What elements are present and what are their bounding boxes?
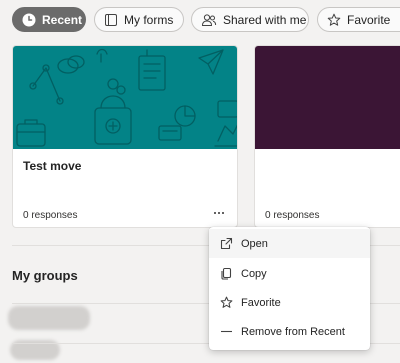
form-title: Test move bbox=[23, 159, 82, 173]
menu-item-remove-from-recent[interactable]: Remove from Recent bbox=[209, 317, 370, 346]
copy-icon bbox=[219, 267, 233, 281]
filter-recent-label: Recent bbox=[42, 12, 83, 27]
filter-my-forms[interactable]: My forms bbox=[94, 7, 184, 32]
response-count: 0 responses bbox=[23, 210, 78, 221]
filter-favorites-label: Favorite bbox=[347, 12, 391, 27]
clock-icon bbox=[22, 13, 36, 26]
star-icon bbox=[219, 296, 233, 310]
star-icon bbox=[327, 13, 341, 26]
people-icon bbox=[201, 13, 217, 26]
form-card-banner bbox=[255, 46, 400, 149]
groups-heading: My groups bbox=[12, 268, 78, 283]
open-icon bbox=[219, 237, 233, 251]
menu-item-open[interactable]: Open bbox=[209, 229, 370, 258]
form-decoration-icon bbox=[16, 48, 237, 147]
form-card-banner bbox=[13, 46, 237, 149]
form-card[interactable]: Test move 0 responses bbox=[12, 45, 238, 228]
menu-item-favorite[interactable]: Favorite bbox=[209, 288, 370, 317]
more-dot bbox=[214, 212, 216, 214]
filter-shared-with-me[interactable]: Shared with me bbox=[191, 7, 309, 32]
form-icon bbox=[105, 13, 117, 26]
form-card[interactable]: 0 responses bbox=[254, 45, 400, 228]
filter-bar: Recent My forms Shared with me Favorite bbox=[12, 7, 400, 32]
filter-shared-label: Shared with me bbox=[223, 12, 307, 27]
context-menu: Open Copy Favorite Remove from Recent bbox=[209, 227, 370, 350]
menu-item-label: Remove from Recent bbox=[241, 325, 345, 338]
filter-favorites[interactable]: Favorite bbox=[317, 7, 400, 32]
remove-icon bbox=[219, 325, 233, 339]
filter-recent[interactable]: Recent bbox=[12, 7, 86, 32]
response-count: 0 responses bbox=[265, 210, 320, 221]
menu-item-label: Open bbox=[241, 237, 268, 250]
group-item-placeholder[interactable] bbox=[8, 306, 90, 330]
filter-my-forms-label: My forms bbox=[124, 12, 174, 27]
menu-item-label: Favorite bbox=[241, 296, 281, 309]
more-dot bbox=[222, 212, 224, 214]
more-options-button[interactable] bbox=[211, 206, 227, 220]
menu-item-copy[interactable]: Copy bbox=[209, 259, 370, 288]
menu-item-label: Copy bbox=[241, 267, 267, 280]
more-dot bbox=[218, 212, 220, 214]
